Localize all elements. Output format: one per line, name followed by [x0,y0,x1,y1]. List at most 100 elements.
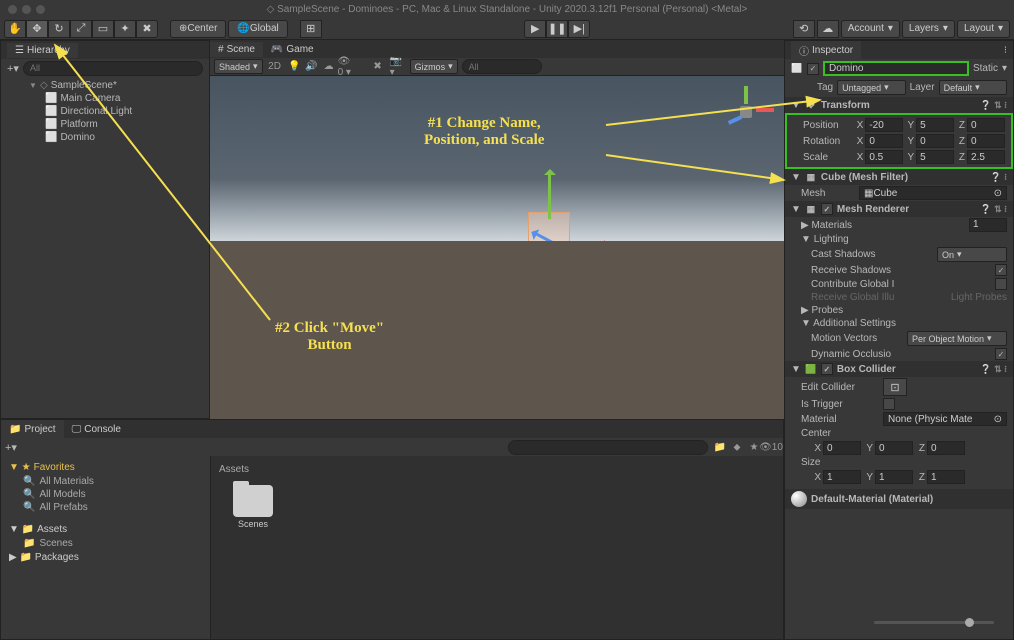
gizmos-dropdown[interactable]: Gizmos ▾ [410,59,458,74]
favorite-item[interactable]: 🔍 All Models [5,488,206,501]
add-button[interactable]: +▾ [7,62,19,75]
collider-size-z[interactable] [927,470,965,484]
hierarchy-item[interactable]: ⬜ Platform [1,118,209,131]
hierarchy-search[interactable] [23,61,203,76]
window-controls[interactable] [8,5,45,14]
edit-collider-button[interactable]: ⊡ [883,378,907,396]
scene-search[interactable] [462,59,542,74]
hierarchy-item[interactable]: ⬜ Main Camera [1,92,209,105]
scene-gizmo[interactable] [718,84,772,138]
scale-x[interactable] [865,150,903,164]
account-dropdown[interactable]: Account ▾ [841,20,900,38]
visibility-toggle[interactable]: 👁0 ▾ [338,59,354,74]
rotation-z[interactable] [967,134,1005,148]
meshfilter-header[interactable]: ▼ ▦ Cube (Mesh Filter)❔ ⁝ [785,169,1013,185]
folder-item[interactable]: Scenes [225,485,281,529]
rotate-tool[interactable]: ↻ [48,20,70,38]
zoom-slider[interactable] [874,621,994,624]
scene-row[interactable]: ▼◇ SampleScene* [1,79,209,92]
play-button[interactable]: ▶ [524,20,546,38]
meshrenderer-header[interactable]: ▼ ▦✓ Mesh Renderer❔ ⇅ ⁝ [785,201,1013,217]
filter-type[interactable]: ⬥ [729,440,745,455]
hierarchy-item[interactable]: ⬜ Directional Light [1,105,209,118]
fx-toggle[interactable]: ☁ [321,59,337,74]
move-tool[interactable]: ✥ [26,20,48,38]
scale-y[interactable] [916,150,954,164]
audio-toggle[interactable]: 🔊 [304,59,320,74]
packages-header[interactable]: ▶ 📁 Packages [5,550,206,565]
favorite-item[interactable]: 🔍 All Prefabs [5,501,206,514]
lighting-toggle[interactable]: 💡 [287,59,303,74]
mesh-field[interactable]: ▦ Cube⊙ [859,186,1007,200]
project-breadcrumb[interactable]: Assets [217,462,777,477]
favorite-item[interactable]: 🔍 All Materials [5,475,206,488]
materials-foldout[interactable]: ▶ Materials [801,220,852,231]
move-gizmo-x[interactable] [550,244,608,247]
project-tab[interactable]: 📁 Project [1,420,64,438]
collider-center-x[interactable] [823,441,861,455]
min-dot[interactable] [22,5,31,14]
gameobject-name-field[interactable] [823,61,969,76]
motion-vectors-dropdown[interactable]: Per Object Motion ▾ [907,331,1007,346]
game-tab[interactable]: 🎮 Game [263,42,322,57]
close-dot[interactable] [8,5,17,14]
hierarchy-tab[interactable]: ☰ Hierarchy [7,43,78,58]
meshrenderer-toggle[interactable]: ✓ [821,203,833,215]
collider-center-y[interactable] [875,441,913,455]
active-checkbox[interactable]: ✓ [807,63,819,75]
step-button[interactable]: ▶| [568,20,590,38]
max-dot[interactable] [36,5,45,14]
filter-favorites[interactable]: 📁 [712,440,728,455]
add-asset-button[interactable]: +▾ [5,441,17,454]
move-gizmo-y[interactable] [548,171,551,219]
layout-dropdown[interactable]: Layout ▾ [957,20,1010,38]
position-x[interactable] [865,118,903,132]
scale-tool[interactable]: ⤢ [70,20,92,38]
rotation-x[interactable] [865,134,903,148]
project-search[interactable] [508,440,708,455]
layers-dropdown[interactable]: Layers ▾ [902,20,955,38]
boxcollider-toggle[interactable]: ✓ [821,363,833,375]
contribute-gi-checkbox[interactable] [995,278,1007,290]
2d-toggle[interactable]: 2D [267,59,283,74]
transform-tool[interactable]: ✦ [114,20,136,38]
local-global-toggle[interactable]: 🌐 Global [228,20,287,38]
tag-dropdown[interactable]: Untagged ▾ [837,80,905,95]
shading-mode[interactable]: Shaded ▾ [214,59,263,74]
collab-button[interactable]: ⟲ [793,20,815,38]
additional-foldout[interactable]: ▼ Additional Settings [801,318,896,329]
dynamic-occlusion-checkbox[interactable]: ✓ [995,348,1007,360]
physic-material-field[interactable]: None (Physic Mate⊙ [883,412,1007,426]
collider-size-y[interactable] [875,470,913,484]
collider-center-z[interactable] [927,441,965,455]
hand-tool[interactable]: ✋ [4,20,26,38]
favorites-header[interactable]: ▼ ★ Favorites [5,460,206,475]
pause-button[interactable]: ❚❚ [546,20,568,38]
position-y[interactable] [916,118,954,132]
asset-folder-item[interactable]: 📁 Scenes [5,537,206,550]
layer-dropdown[interactable]: Default ▾ [939,80,1007,95]
camera-icon[interactable]: 📷▾ [390,59,406,74]
scene-viewport[interactable]: ☀ [210,76,784,419]
snap-toggle[interactable]: ⊞ [300,20,322,38]
cast-shadows-dropdown[interactable]: On ▾ [937,247,1007,262]
inspector-tab[interactable]: ⓘ Inspector [791,41,861,60]
lighting-foldout[interactable]: ▼ Lighting [801,234,849,245]
hidden-packages[interactable]: 👁 10 [763,440,779,455]
material-header[interactable]: Default-Material (Material) [785,489,1013,509]
rotation-y[interactable] [916,134,954,148]
static-label[interactable]: Static [973,63,998,74]
scene-tab[interactable]: # Scene [210,42,263,57]
custom-tool[interactable]: ✖ [136,20,158,38]
position-z[interactable] [967,118,1005,132]
collider-size-x[interactable] [823,470,861,484]
hierarchy-item[interactable]: ⬜ Domino [1,131,209,144]
console-tab[interactable]: 🖵 Console [64,420,129,438]
rect-tool[interactable]: ▭ [92,20,114,38]
assets-header[interactable]: ▼ 📁 Assets [5,522,206,537]
boxcollider-header[interactable]: ▼ 🟩✓ Box Collider❔ ⇅ ⁝ [785,361,1013,377]
scale-z[interactable] [967,150,1005,164]
transform-header[interactable]: ▼ ✥ Transform❔ ⇅ ⁝ [785,97,1013,113]
pivot-center-toggle[interactable]: ⊕ Center [170,20,226,38]
is-trigger-checkbox[interactable] [883,398,895,410]
